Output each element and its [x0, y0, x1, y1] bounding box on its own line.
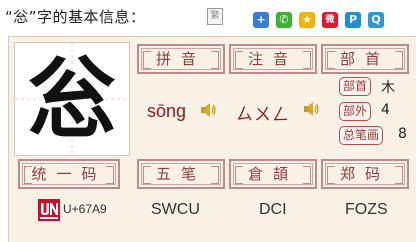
total-strokes-value: 8	[398, 126, 407, 142]
strokes-outside-tag: 部外	[339, 102, 372, 121]
wechat-share-icon[interactable]: ✆	[276, 12, 292, 28]
radical-tag: 部首	[339, 77, 372, 96]
add-share-icon[interactable]: +	[253, 12, 269, 28]
pinyin-value: sōng	[147, 101, 187, 121]
page-title: “忩”字的基本信息：	[5, 8, 146, 26]
wubi-label: 五笔	[137, 159, 225, 189]
total-strokes-tag: 总笔画	[339, 126, 384, 145]
character-display: 忩	[14, 42, 130, 156]
strokes-outside-value: 4	[381, 102, 390, 118]
zhuyin-value: ㄙㄨㄥ	[236, 105, 290, 125]
character-glyph: 忩	[27, 47, 116, 151]
pinyin-label: 拼音	[137, 44, 225, 74]
qq-share-icon[interactable]: Q	[368, 12, 384, 28]
zhengma-label: 郑码	[321, 159, 409, 189]
unicode-label: 统一码	[18, 159, 120, 189]
radical-label: 部首	[321, 44, 409, 74]
character-info-page: “忩”字的基本信息： 繁 + ✆ ★ 微 P Q 忩 拼音 注音 部首 sōng…	[0, 0, 416, 242]
speaker-icon[interactable]	[303, 101, 319, 117]
cangjie-label: 倉頡	[229, 159, 317, 189]
unicode-value: U+67A9	[63, 202, 107, 216]
traditional-character-icon[interactable]: 繁	[207, 8, 223, 25]
zhengma-value: FOZS	[345, 201, 388, 218]
radical-value: 木	[381, 80, 395, 96]
cangjie-value: DCI	[259, 201, 287, 218]
zhuyin-label: 注音	[229, 44, 317, 74]
qzone-share-icon[interactable]: ★	[299, 12, 315, 28]
weibo-share-icon[interactable]: 微	[322, 12, 338, 28]
wubi-value: SWCU	[151, 201, 200, 218]
paypal-share-icon[interactable]: P	[345, 12, 361, 28]
speaker-icon[interactable]	[200, 102, 216, 118]
unicode-logo-icon	[38, 199, 60, 221]
